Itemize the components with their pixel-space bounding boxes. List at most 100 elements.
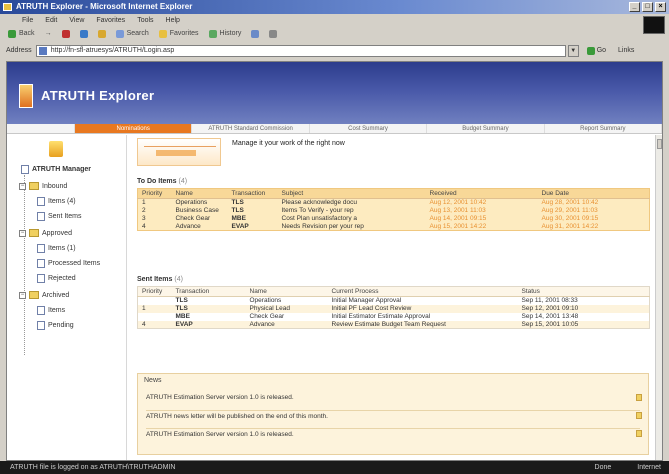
col-due-date[interactable]: Due Date: [537, 188, 650, 199]
table-row[interactable]: MBE Check Gear Initial Estimator Estimate …: [138, 313, 650, 321]
mail-button[interactable]: [251, 27, 260, 41]
address-dropdown-button[interactable]: ▼: [567, 44, 579, 57]
menu-view[interactable]: View: [69, 14, 84, 27]
status-internet-zone: Internet: [637, 464, 661, 471]
search-button[interactable]: Search: [115, 27, 149, 41]
nav-tab-blank: [7, 124, 75, 133]
collapse-icon[interactable]: −: [19, 291, 26, 299]
document-icon: [37, 197, 45, 206]
news-item[interactable]: ATRUTH Estimation Server version 1.0 is …: [146, 394, 294, 401]
arrow-right-icon[interactable]: [636, 394, 642, 401]
nav-tab-budget-summary[interactable]: Budget Summary: [427, 124, 545, 133]
col-name[interactable]: Name: [171, 188, 228, 199]
close-button[interactable]: ×: [655, 2, 666, 12]
menu-favorites[interactable]: Favorites: [96, 14, 125, 27]
print-button[interactable]: [269, 27, 278, 41]
sidebar-tree: ATRUTH Manager − Inbound Items (4) Sent …: [7, 135, 127, 460]
refresh-button[interactable]: [79, 27, 88, 41]
tree-logo-icon: [49, 141, 63, 157]
tree-item-inbound-items[interactable]: Items (4): [37, 197, 76, 206]
document-icon: [37, 321, 45, 330]
col-transaction[interactable]: Transaction: [227, 188, 278, 199]
menu-bar: File Edit View Favorites Tools Help: [0, 14, 669, 27]
table-row[interactable]: TLS Operations Initial Manager Approval Sep…: [138, 297, 650, 305]
nav-tab-standard-commission[interactable]: ATRUTH Standard Commission: [192, 124, 310, 133]
tree-item-archived[interactable]: − Archived: [19, 291, 69, 299]
tree-item-processed-items[interactable]: Processed Items: [37, 259, 100, 268]
col-current-process[interactable]: Current Process: [327, 286, 518, 297]
app-title: ATRUTH Explorer: [41, 88, 155, 103]
address-input[interactable]: http://fn-sfl-atruesys/ATRUTH/Login.asp: [35, 44, 566, 57]
maximize-button[interactable]: □: [642, 2, 653, 12]
col-transaction[interactable]: Transaction: [171, 286, 246, 297]
menu-file[interactable]: File: [22, 14, 33, 27]
tree-item-rejected[interactable]: Rejected: [37, 274, 76, 283]
arrow-right-icon[interactable]: [636, 412, 642, 419]
col-priority[interactable]: Priority: [137, 188, 172, 199]
document-icon: [37, 259, 45, 268]
favorites-button[interactable]: Favorites: [158, 27, 199, 41]
todo-table-header: Priority Name Transaction Subject Receiv…: [137, 188, 650, 199]
main-content: Manage it your work of the right now To …: [135, 138, 654, 460]
nav-tab-report-summary[interactable]: Report Summary: [545, 124, 662, 133]
welcome-text: Manage it your work of the right now: [232, 140, 345, 147]
tree-root[interactable]: ATRUTH Manager: [21, 165, 91, 174]
minimize-button[interactable]: _: [629, 2, 640, 12]
news-panel: News ATRUTH Estimation Server version 1.…: [137, 373, 649, 455]
todo-section-title: To Do Items (4): [137, 178, 188, 185]
star-icon: [158, 30, 167, 38]
tree-item-approved[interactable]: − Approved: [19, 229, 72, 237]
back-button[interactable]: Back: [8, 27, 35, 41]
news-item[interactable]: ATRUTH Estimation Server version 1.0 is …: [146, 428, 640, 438]
tree-item-sent-items[interactable]: Sent Items: [37, 212, 81, 221]
menu-edit[interactable]: Edit: [45, 14, 57, 27]
stop-icon: [61, 30, 70, 38]
col-subject[interactable]: Subject: [277, 188, 426, 199]
window-titlebar: ATRUTH Explorer - Microsoft Internet Exp…: [0, 0, 669, 14]
document-icon: [37, 244, 45, 253]
col-received[interactable]: Received: [425, 188, 538, 199]
sent-items-table: Priority Transaction Name Current Proces…: [137, 286, 650, 329]
todo-table: Priority Name Transaction Subject Receiv…: [137, 188, 650, 231]
nav-tab-nominations[interactable]: Nominations: [75, 124, 193, 133]
col-status[interactable]: Status: [517, 286, 650, 297]
history-button[interactable]: History: [208, 27, 241, 41]
forward-button[interactable]: →: [45, 27, 52, 41]
table-row[interactable]: 4 Advance EVAP Needs Revision per your rep A…: [138, 223, 650, 231]
table-row[interactable]: 2 Business Case TLS Items To Verify - your …: [138, 207, 650, 215]
menu-tools[interactable]: Tools: [137, 14, 153, 27]
tree-item-pending[interactable]: Pending: [37, 321, 74, 330]
welcome-banner: [137, 138, 221, 166]
scrollbar-thumb[interactable]: [657, 139, 662, 149]
collapse-icon[interactable]: −: [19, 182, 26, 190]
browser-toolbar: Back → Search Favorites History: [0, 27, 669, 41]
news-item[interactable]: ATRUTH news letter will be published on …: [146, 410, 640, 420]
tree-item-inbound[interactable]: − Inbound: [19, 182, 67, 190]
vertical-scrollbar[interactable]: [655, 135, 662, 460]
address-label: Address: [6, 47, 32, 54]
arrow-right-icon[interactable]: [636, 430, 642, 437]
refresh-icon: [79, 30, 88, 38]
col-name[interactable]: Name: [245, 286, 328, 297]
search-icon: [115, 30, 124, 38]
folder-icon: [29, 182, 39, 190]
home-icon: [97, 30, 106, 38]
nav-tab-cost-summary[interactable]: Cost Summary: [310, 124, 428, 133]
col-priority[interactable]: Priority: [137, 286, 172, 297]
stop-button[interactable]: [61, 27, 70, 41]
table-row[interactable]: 1 TLS Physical Lead Initial PF Lead Cost Re…: [137, 304, 650, 313]
table-row[interactable]: 3 Check Gear MBE Cost Plan unsatisfactory a…: [138, 215, 650, 223]
menu-help[interactable]: Help: [166, 14, 180, 27]
go-button[interactable]: Go: [586, 46, 606, 55]
collapse-icon[interactable]: −: [19, 229, 26, 237]
table-row[interactable]: 4 EVAP Advance Review Estimate Budget Team …: [137, 320, 650, 329]
atruth-logo-icon: [19, 84, 33, 108]
news-title: News: [144, 377, 162, 384]
tree-item-approved-items[interactable]: Items (1): [37, 244, 76, 253]
tree-item-archived-items[interactable]: Items: [37, 306, 65, 315]
app-header: ATRUTH Explorer: [7, 62, 662, 124]
links-button[interactable]: Links: [618, 47, 634, 54]
app-nav-tabs: Nominations ATRUTH Standard Commission C…: [7, 124, 662, 134]
table-row[interactable]: 1 Operations TLS Please acknowledge docu Aug…: [138, 199, 650, 207]
home-button[interactable]: [97, 27, 106, 41]
